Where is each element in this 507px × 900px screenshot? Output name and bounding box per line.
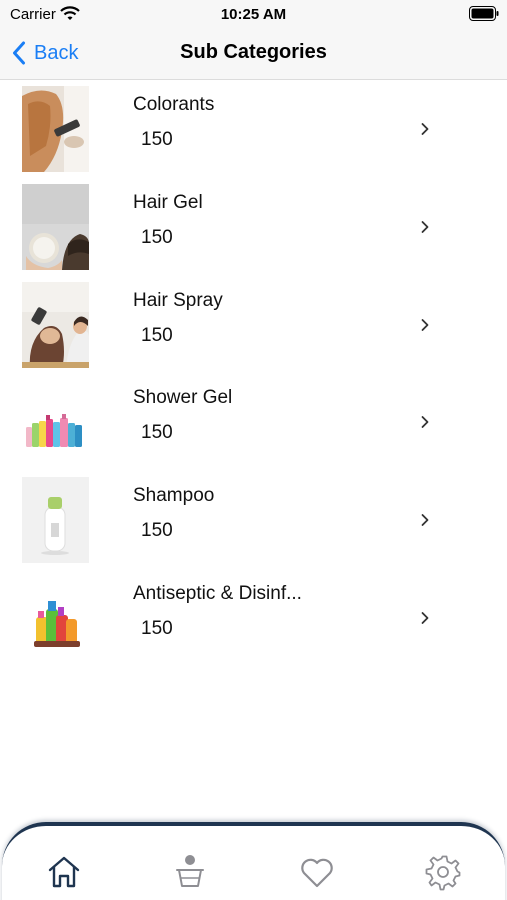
navigation-bar: Back Sub Categories xyxy=(0,28,507,80)
chevron-right-icon xyxy=(421,318,429,331)
chevron-right-icon xyxy=(421,612,429,624)
antiseptic-thumbnail xyxy=(22,574,89,661)
tab-home[interactable] xyxy=(44,852,84,892)
chevron-right-icon xyxy=(421,220,429,233)
settings-gear-icon xyxy=(425,855,461,891)
list-item[interactable]: Hair Gel 150 xyxy=(0,178,507,276)
colorants-thumbnail xyxy=(22,86,89,172)
tab-bar xyxy=(2,822,505,900)
heart-icon xyxy=(301,858,333,888)
subcategory-count: 150 xyxy=(141,324,173,346)
subcategory-name: Shower Gel xyxy=(133,387,233,409)
list-item[interactable]: Hair Spray 150 xyxy=(0,276,507,374)
list-item[interactable]: Shower Gel 150 xyxy=(0,373,507,471)
subcategory-count: 150 xyxy=(141,422,173,444)
subcategory-name: Colorants xyxy=(133,94,215,115)
battery-icon xyxy=(469,6,499,21)
tab-basket[interactable] xyxy=(170,852,210,892)
list-item[interactable]: Shampoo 150 xyxy=(0,471,507,569)
hair-spray-thumbnail xyxy=(22,281,89,368)
tab-settings[interactable] xyxy=(423,852,463,892)
subcategory-count: 150 xyxy=(141,129,173,150)
list-item[interactable]: Colorants 150 xyxy=(0,80,507,178)
chevron-right-icon xyxy=(421,416,429,429)
subcategory-count: 150 xyxy=(141,226,173,248)
clock-label: 10:25 AM xyxy=(220,6,287,23)
subcategory-name: Hair Spray xyxy=(133,289,223,311)
subcategory-list: Colorants 150 Hair Gel 150 Hair Spray 15… xyxy=(0,80,507,667)
shower-gel-thumbnail xyxy=(22,379,89,466)
chevron-right-icon xyxy=(421,123,429,135)
subcategory-name: Hair Gel xyxy=(133,191,203,213)
hair-gel-thumbnail xyxy=(22,183,89,270)
basket-icon xyxy=(176,855,204,887)
subcategory-name: Shampoo xyxy=(133,485,215,507)
subcategory-count: 150 xyxy=(141,617,173,639)
tab-favorites[interactable] xyxy=(297,852,337,892)
status-bar: Carrier 10:25 AM xyxy=(0,0,507,28)
subcategory-count: 150 xyxy=(141,520,173,542)
home-icon xyxy=(48,856,80,888)
list-item[interactable]: Antiseptic & Disinf... 150 xyxy=(0,569,507,667)
shampoo-thumbnail xyxy=(22,477,89,564)
subcategory-name: Antiseptic & Disinf... xyxy=(133,582,302,604)
chevron-right-icon xyxy=(421,514,429,527)
page-title: Sub Categories xyxy=(180,41,327,63)
